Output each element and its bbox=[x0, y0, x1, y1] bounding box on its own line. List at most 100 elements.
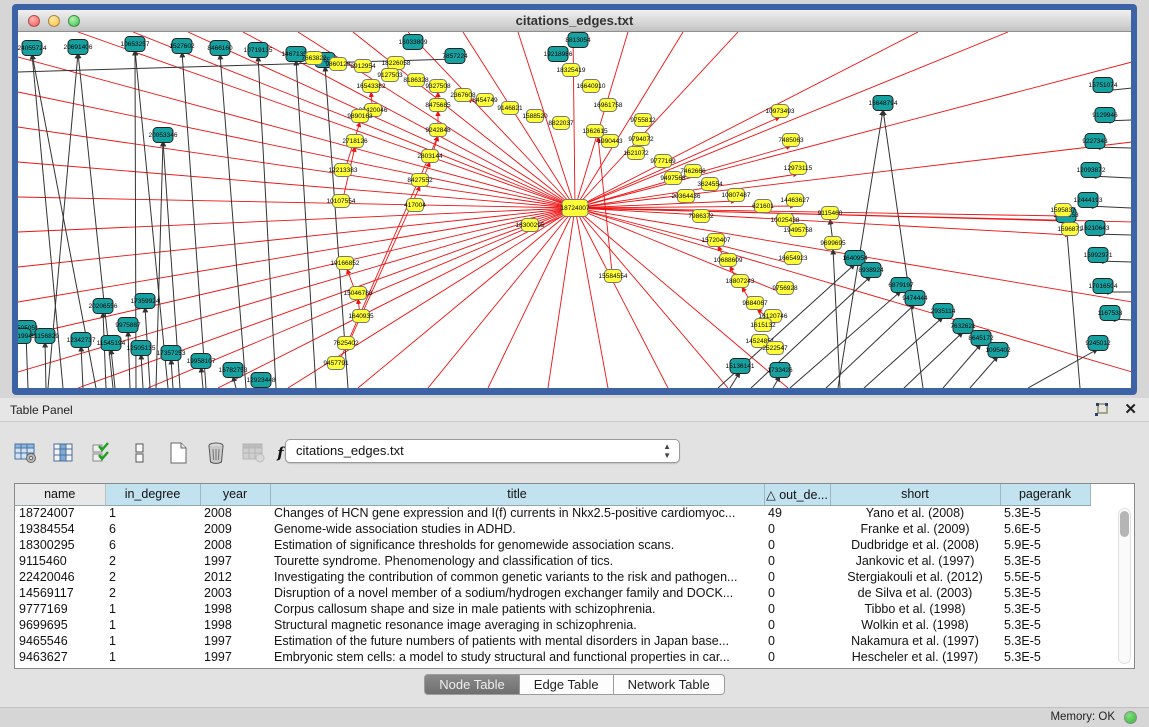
citation-node-yellow[interactable]: 15720407 bbox=[702, 234, 731, 247]
float-window-icon[interactable] bbox=[1093, 402, 1109, 418]
citation-node-teal[interactable]: 19218986 bbox=[544, 47, 573, 62]
citation-node-teal[interactable]: 8813054 bbox=[565, 33, 591, 48]
row-height-icon[interactable] bbox=[128, 441, 152, 465]
citation-node-teal[interactable]: 1167533 bbox=[1098, 306, 1123, 321]
citation-node-yellow[interactable]: 15584554 bbox=[599, 270, 628, 283]
select-columns-icon[interactable] bbox=[52, 441, 76, 465]
citation-node-yellow[interactable]: 15046788 bbox=[344, 287, 373, 300]
citation-node-yellow[interactable]: 9127503 bbox=[377, 69, 403, 82]
table-row[interactable]: 946554611997Estimation of the future num… bbox=[15, 633, 1090, 649]
column-header-name[interactable]: name bbox=[15, 484, 105, 505]
citation-node-teal[interactable]: 15136141 bbox=[726, 359, 755, 374]
citation-node-teal[interactable]: 12505135 bbox=[127, 341, 156, 356]
citation-node-teal[interactable]: 8466160 bbox=[207, 41, 233, 56]
citation-node-teal[interactable]: 20691406 bbox=[64, 40, 93, 55]
citation-node-teal[interactable]: 1527602 bbox=[169, 39, 195, 54]
citation-node-yellow[interactable]: 16961758 bbox=[594, 99, 623, 112]
citation-node-yellow[interactable]: 1596871 bbox=[1057, 223, 1083, 236]
new-table-icon[interactable] bbox=[166, 441, 190, 465]
table-vertical-scrollbar[interactable] bbox=[1118, 508, 1131, 664]
citation-node-teal[interactable]: 1095402 bbox=[985, 343, 1011, 358]
citation-node-yellow[interactable]: 16654923 bbox=[779, 252, 808, 265]
citation-node-yellow[interactable]: 8822037 bbox=[548, 117, 574, 130]
citation-node-teal[interactable]: 24055724 bbox=[18, 41, 47, 56]
citation-node-teal[interactable]: 11156829 bbox=[31, 329, 59, 344]
citation-node-yellow[interactable]: 9327508 bbox=[425, 80, 451, 93]
table-row[interactable]: 1830029562008Estimation of significance … bbox=[15, 537, 1090, 553]
window-titlebar[interactable]: citations_edges.txt bbox=[18, 10, 1131, 32]
citation-node-yellow[interactable]: 12973115 bbox=[784, 162, 813, 175]
citation-node-yellow[interactable]: 621601 bbox=[752, 200, 774, 213]
table-selector-dropdown[interactable]: citations_edges.txt ▲▼ bbox=[285, 439, 680, 463]
citation-node-teal[interactable]: 16210643 bbox=[1081, 221, 1110, 236]
citation-node-yellow[interactable]: 8454749 bbox=[472, 94, 498, 107]
citation-node-yellow[interactable]: 14463627 bbox=[781, 194, 810, 207]
citation-node-yellow[interactable]: 9115460 bbox=[818, 207, 843, 220]
citation-node-yellow[interactable]: 9884067 bbox=[742, 297, 768, 310]
citation-node-yellow[interactable]: 10688609 bbox=[714, 254, 743, 267]
tab-node-table[interactable]: Node Table bbox=[424, 674, 520, 695]
citation-node-yellow[interactable]: 7625402 bbox=[333, 337, 359, 350]
network-canvas[interactable]: 2405572420691406106532571527602846616010… bbox=[18, 32, 1131, 388]
citation-node-teal[interactable]: 20206556 bbox=[89, 299, 118, 314]
citation-node-yellow[interactable]: 1621072 bbox=[623, 147, 649, 160]
select-rows-icon[interactable] bbox=[90, 441, 114, 465]
citation-node-yellow[interactable]: 18807243 bbox=[726, 275, 755, 288]
table-row[interactable]: 969969511998Structural magnetic resonanc… bbox=[15, 617, 1090, 633]
citation-node-teal[interactable]: 9227343 bbox=[1082, 134, 1108, 149]
column-header-title[interactable]: title bbox=[270, 484, 764, 505]
citation-node-yellow[interactable]: 9756928 bbox=[772, 282, 798, 295]
citation-node-teal[interactable]: 16033809 bbox=[399, 35, 428, 50]
citation-node-yellow[interactable]: 2803144 bbox=[417, 150, 443, 163]
column-header-in_degree[interactable]: in_degree bbox=[105, 484, 200, 505]
citation-node-teal[interactable]: 10719135 bbox=[244, 43, 273, 58]
citation-node-yellow[interactable]: 10973493 bbox=[766, 105, 795, 118]
table-row[interactable]: 2242004622012Investigating the contribut… bbox=[15, 569, 1090, 585]
citation-node-yellow[interactable]: 7485063 bbox=[778, 134, 804, 147]
citation-node-teal[interactable]: 7857224 bbox=[442, 49, 468, 64]
citation-node-teal[interactable]: 12342737 bbox=[67, 333, 96, 348]
citation-node-yellow[interactable]: 9794072 bbox=[628, 133, 654, 146]
tab-network-table[interactable]: Network Table bbox=[614, 674, 725, 695]
scrollbar-thumb[interactable] bbox=[1120, 511, 1129, 537]
citation-node-teal[interactable]: 12923448 bbox=[247, 373, 276, 388]
citation-node-yellow[interactable]: 9242848 bbox=[425, 124, 451, 137]
citation-node-yellow[interactable]: 10107554 bbox=[327, 195, 356, 208]
column-header-pagerank[interactable]: pagerank bbox=[1000, 484, 1090, 505]
citation-node-teal[interactable]: 9245012 bbox=[1085, 336, 1111, 351]
citation-node-yellow[interactable]: 9777169 bbox=[650, 155, 676, 168]
citation-node-teal[interactable]: 1733426 bbox=[767, 363, 793, 378]
citation-graph[interactable]: 2405572420691406106532571527602846616010… bbox=[18, 32, 1131, 388]
citation-node-teal[interactable]: 17016504 bbox=[1089, 279, 1118, 294]
table-row[interactable]: 946362711997Embryonic stem cells: a mode… bbox=[15, 649, 1090, 665]
citation-node-teal[interactable]: 17357253 bbox=[157, 346, 186, 361]
table-row[interactable]: 911546021997Tourette syndrome. Phenomeno… bbox=[15, 553, 1090, 569]
close-panel-icon[interactable]: ✕ bbox=[1124, 400, 1137, 418]
citation-node-teal[interactable]: 9129946 bbox=[1092, 108, 1118, 123]
citation-node-teal[interactable]: 16648794 bbox=[869, 96, 898, 111]
citation-node-teal[interactable]: 12093872 bbox=[1077, 163, 1106, 178]
citation-node-teal[interactable]: 17359924 bbox=[131, 294, 160, 309]
table-settings-icon[interactable] bbox=[14, 441, 38, 465]
memory-ok-icon[interactable] bbox=[1124, 711, 1137, 724]
table-row[interactable]: 1872400712008Changes of HCN gene express… bbox=[15, 505, 1090, 521]
citation-node-teal[interactable]: 12444193 bbox=[1074, 193, 1103, 208]
citation-node-yellow[interactable]: 9457791 bbox=[323, 357, 349, 370]
citation-node-yellow[interactable]: 20364436 bbox=[672, 190, 701, 203]
citation-node-yellow[interactable]: 9146821 bbox=[497, 102, 523, 115]
citation-node-teal[interactable]: 11545194 bbox=[97, 336, 126, 351]
delete-table-icon[interactable] bbox=[204, 441, 228, 465]
citation-node-teal[interactable]: 20053346 bbox=[149, 128, 178, 143]
citation-node-teal[interactable]: 2935114 bbox=[931, 304, 956, 319]
table-row[interactable]: 1456911722003Disruption of a novel membe… bbox=[15, 585, 1090, 601]
citation-node-teal[interactable]: 9975887 bbox=[115, 318, 141, 333]
citation-node-yellow[interactable]: 18325419 bbox=[557, 64, 586, 77]
table-row[interactable]: 977716911998Corpus callosum shape and si… bbox=[15, 601, 1090, 617]
column-header-short[interactable]: short bbox=[830, 484, 1000, 505]
column-header-year[interactable]: year bbox=[200, 484, 270, 505]
node-table[interactable]: namein_degreeyeartitle△ out_de...shortpa… bbox=[15, 484, 1091, 665]
citation-node-yellow[interactable]: 16640910 bbox=[577, 80, 606, 93]
citation-node-yellow[interactable]: 16543382 bbox=[357, 80, 386, 93]
citation-node-teal[interactable]: 15992971 bbox=[1084, 248, 1113, 263]
hub-node[interactable]: 18724007 bbox=[561, 200, 590, 217]
